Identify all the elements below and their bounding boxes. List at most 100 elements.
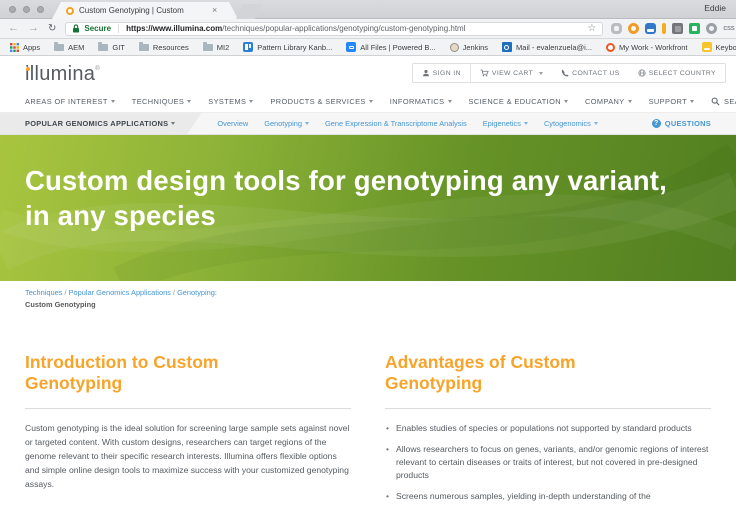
extension-icon[interactable] — [662, 23, 666, 34]
nav-areas-of-interest[interactable]: AREAS OF INTEREST — [25, 97, 115, 106]
secure-label: Secure — [84, 24, 111, 33]
chevron-down-icon — [594, 122, 598, 125]
bookmark-jenkins[interactable]: Jenkins — [450, 43, 488, 52]
bookmark-label: Mail - evalenzuela@i... — [516, 43, 592, 52]
extension-icon[interactable] — [628, 23, 639, 34]
zoom-window-icon[interactable] — [37, 6, 44, 13]
extension-icon[interactable] — [672, 23, 683, 34]
lock-icon — [72, 24, 80, 33]
tab-strip: Custom Genotyping | Custom Eddie — [0, 0, 736, 19]
nav-systems[interactable]: SYSTEMS — [208, 97, 253, 106]
nav-support[interactable]: SUPPORT — [649, 97, 694, 106]
apps-grid-icon — [10, 43, 19, 52]
subnav-cytogenomics[interactable]: Cytogenomics — [544, 119, 598, 128]
nav-label: PRODUCTS & SERVICES — [270, 97, 365, 106]
contact-us-button[interactable]: CONTACT US — [552, 64, 629, 82]
trello-icon — [243, 42, 253, 52]
bookmark-label: GIT — [112, 43, 125, 52]
logo-orange-dot — [26, 67, 30, 71]
subnav-gene-expression[interactable]: Gene Expression & Transcriptome Analysis — [325, 119, 467, 128]
browser-tab[interactable]: Custom Genotyping | Custom — [52, 2, 238, 19]
advantages-bullet: Allows researchers to focus on genes, va… — [385, 443, 711, 483]
box-icon — [346, 42, 356, 52]
view-cart-button[interactable]: VIEW CART — [470, 64, 552, 82]
select-country-button[interactable]: SELECT COUNTRY — [629, 64, 725, 82]
new-tab-button[interactable] — [236, 4, 262, 19]
nav-company[interactable]: COMPANY — [585, 97, 632, 106]
sign-in-label: SIGN IN — [433, 70, 461, 77]
minimize-window-icon[interactable] — [23, 6, 30, 13]
site-favicon-icon — [66, 7, 74, 15]
chevron-down-icon — [111, 100, 115, 103]
subnav-section-selector[interactable]: POPULAR GENOMICS APPLICATIONS — [0, 113, 201, 134]
contact-us-label: CONTACT US — [572, 70, 620, 77]
breadcrumb-current-page: Custom Genotyping — [25, 300, 217, 309]
questions-label: QUESTIONS — [665, 119, 711, 128]
breadcrumb-popular-genomics[interactable]: Popular Genomics Applications — [69, 288, 171, 297]
nav-science-education[interactable]: SCIENCE & EDUCATION — [469, 97, 568, 106]
workfront-icon — [606, 43, 615, 52]
address-bar[interactable]: Secure https://www.illumina.com/techniqu… — [65, 22, 603, 36]
bookmark-apps[interactable]: Apps — [10, 43, 40, 52]
nav-label: SCIENCE & EDUCATION — [469, 97, 561, 106]
globe-icon — [638, 69, 646, 77]
subnav-genotyping[interactable]: Genotyping — [264, 119, 309, 128]
url-origin: https://www.illumina.com — [126, 24, 222, 33]
nav-label: SYSTEMS — [208, 97, 246, 106]
breadcrumb-techniques[interactable]: Techniques — [25, 288, 62, 297]
css-extension-icon[interactable]: css — [723, 23, 734, 34]
forward-icon[interactable] — [28, 23, 39, 34]
address-divider — [118, 24, 119, 33]
bookmark-outlook-mail[interactable]: Mail - evalenzuela@i... — [502, 42, 592, 52]
close-tab-icon[interactable] — [212, 6, 217, 15]
bookmark-folder-mi2[interactable]: MI2 — [203, 43, 230, 52]
breadcrumb-genotyping[interactable]: Genotyping: — [177, 288, 217, 297]
sign-in-button[interactable]: SIGN IN — [413, 64, 470, 82]
site-header: illumina® SIGN IN VIEW CART CONTACT US S… — [0, 56, 736, 90]
search-label: SEARCH — [724, 97, 736, 106]
bookmark-workfront[interactable]: My Work - Workfront — [606, 43, 687, 52]
advantages-list: Enables studies of species or population… — [385, 422, 711, 503]
subnav-overview[interactable]: Overview — [217, 119, 248, 128]
main-navigation: AREAS OF INTEREST TECHNIQUES SYSTEMS PRO… — [0, 90, 736, 113]
bookmark-keyboard-shortcuts[interactable]: Keyboard Shortcuts... — [702, 42, 736, 52]
bookmark-trello[interactable]: Pattern Library Kanb... — [243, 42, 332, 52]
nav-techniques[interactable]: TECHNIQUES — [132, 97, 191, 106]
utility-bar: SIGN IN VIEW CART CONTACT US SELECT COUN… — [412, 63, 726, 83]
bookmark-label: All Files | Powered B... — [360, 43, 435, 52]
search-button[interactable]: SEARCH — [711, 97, 736, 106]
profile-name[interactable]: Eddie — [704, 3, 726, 13]
reload-icon[interactable] — [48, 24, 56, 34]
subnav-epigenetics[interactable]: Epigenetics — [483, 119, 528, 128]
bookmark-label: AEM — [68, 43, 84, 52]
questions-button[interactable]: QUESTIONS — [652, 119, 711, 128]
extension-icon[interactable] — [611, 23, 622, 34]
breadcrumb: Techniques / Popular Genomics Applicatio… — [25, 288, 217, 309]
illumina-logo[interactable]: illumina® — [25, 63, 100, 86]
chevron-down-icon — [564, 100, 568, 103]
extension-icon[interactable] — [645, 23, 656, 34]
bookmark-star-icon[interactable] — [587, 24, 596, 34]
section-divider — [385, 408, 711, 409]
bookmark-box[interactable]: All Files | Powered B... — [346, 42, 435, 52]
window-controls[interactable] — [9, 6, 44, 13]
breadcrumb-links: Techniques / Popular Genomics Applicatio… — [25, 288, 217, 297]
bookmark-folder-aem[interactable]: AEM — [54, 43, 84, 52]
extension-icon[interactable] — [706, 23, 717, 34]
chevron-down-icon — [187, 100, 191, 103]
subnav-section-label: POPULAR GENOMICS APPLICATIONS — [25, 119, 168, 128]
person-icon — [422, 69, 430, 77]
bookmark-folder-resources[interactable]: Resources — [139, 43, 189, 52]
back-icon[interactable] — [8, 23, 19, 34]
folder-icon — [139, 44, 149, 51]
nav-label: TECHNIQUES — [132, 97, 184, 106]
folder-icon — [54, 44, 64, 51]
nav-informatics[interactable]: INFORMATICS — [390, 97, 452, 106]
nav-label: COMPANY — [585, 97, 625, 106]
close-window-icon[interactable] — [9, 6, 16, 13]
bookmark-folder-git[interactable]: GIT — [98, 43, 125, 52]
extension-icon[interactable] — [689, 23, 700, 34]
nav-products-services[interactable]: PRODUCTS & SERVICES — [270, 97, 372, 106]
intro-heading: Introduction to Custom Genotyping — [25, 352, 280, 393]
advantages-section: Advantages of Custom Genotyping Enables … — [385, 352, 711, 510]
